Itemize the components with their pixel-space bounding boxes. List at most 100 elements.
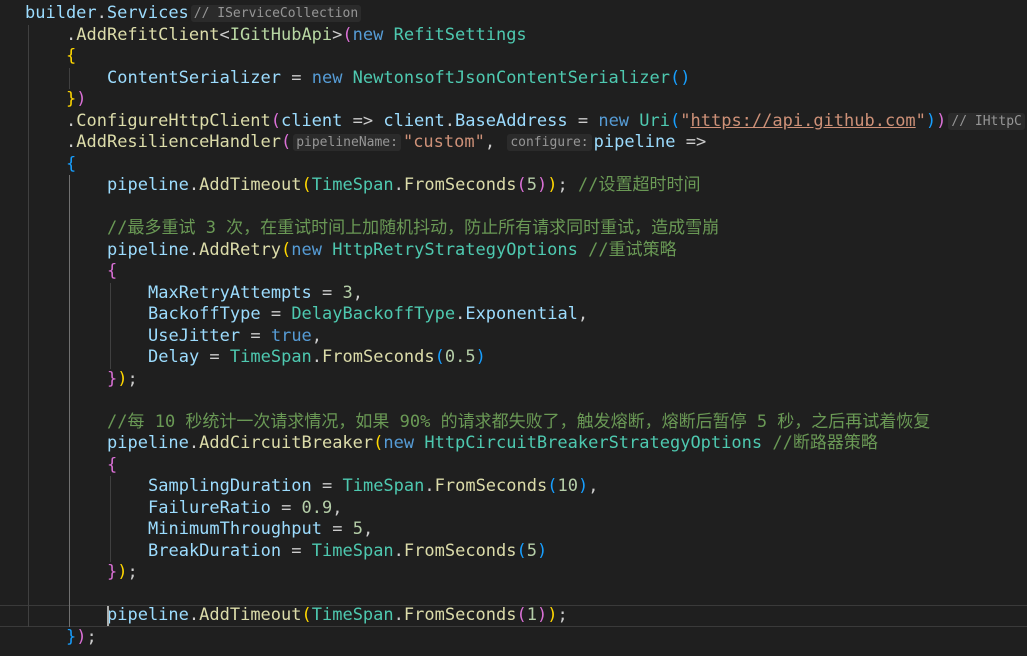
code-token: RefitSettings <box>393 24 527 45</box>
code-line[interactable]: { <box>107 455 117 477</box>
code-token: > <box>332 24 343 45</box>
code-token: = <box>281 540 312 561</box>
code-token: . <box>424 476 435 496</box>
code-token: ) <box>577 476 589 496</box>
code-token: AddRetry <box>199 239 282 260</box>
code-line[interactable]: BreakDuration = TimeSpan.FromSeconds(5) <box>148 541 547 563</box>
code-line[interactable]: pipeline.AddCircuitBreaker(new HttpCircu… <box>107 433 878 455</box>
code-line[interactable]: MinimumThroughput = 5, <box>148 519 373 541</box>
code-token: , <box>362 519 374 539</box>
code-line[interactable]: }); <box>66 627 97 649</box>
code-token: AddRefitClient <box>76 24 220 45</box>
code-token: => <box>342 110 384 131</box>
code-line[interactable]: builder.Services// IServiceCollection <box>25 3 363 25</box>
code-token: . <box>96 3 107 23</box>
inlay-hint: // IServiceCollection <box>190 5 362 22</box>
code-line[interactable]: MaxRetryAttempts = 3, <box>148 283 363 305</box>
code-token: => <box>675 132 707 152</box>
code-line[interactable]: }); <box>107 562 138 584</box>
code-token: 3 <box>342 282 353 303</box>
code-token: . <box>393 605 404 625</box>
code-token: 10 <box>557 476 578 496</box>
code-token: ) <box>475 347 486 367</box>
code-token: pipeline <box>107 239 189 260</box>
code-token: ) <box>936 110 947 131</box>
code-comment: //设置超时时间 <box>577 175 701 195</box>
code-line[interactable]: ContentSerializer = new NewtonsoftJsonCo… <box>107 68 690 90</box>
code-token: ( <box>342 24 353 45</box>
code-token: , <box>484 132 506 152</box>
code-token: , <box>588 476 599 496</box>
inlay-hint: pipelineName: <box>293 134 401 151</box>
code-line[interactable]: pipeline.AddTimeout(TimeSpan.FromSeconds… <box>107 175 700 197</box>
code-token: new <box>291 239 333 260</box>
code-token: ) <box>547 175 558 195</box>
code-token: ContentSerializer <box>107 67 281 88</box>
code-token: { <box>107 261 118 281</box>
inlay-hint: // IHttpC <box>948 112 1025 130</box>
code-token: ) <box>76 89 87 109</box>
code-token: ; <box>127 562 138 582</box>
code-token: ( <box>670 110 681 131</box>
code-line[interactable]: { <box>107 261 117 283</box>
code-token: ) <box>76 626 87 647</box>
code-line[interactable]: .AddResilienceHandler(pipelineName: "cust… <box>66 132 706 154</box>
code-line[interactable]: .AddRefitClient<IGitHubApi>(new RefitSet… <box>66 25 527 47</box>
code-token: FromSeconds <box>403 175 517 195</box>
code-token: client <box>280 110 343 131</box>
code-token: , <box>577 304 589 324</box>
code-token: Exponential <box>465 304 578 324</box>
code-token: . <box>66 24 77 45</box>
code-token: ) <box>117 368 128 389</box>
code-line[interactable]: pipeline.AddRetry(new HttpRetryStrategyO… <box>107 240 677 262</box>
code-line[interactable]: }) <box>66 89 87 111</box>
code-token: AddCircuitBreaker <box>199 433 374 453</box>
code-token: TimeSpan <box>311 605 394 625</box>
code-token: < <box>219 24 230 45</box>
code-token: 0.5 <box>444 347 476 367</box>
code-token: client <box>383 110 445 131</box>
code-line[interactable]: }); <box>107 369 138 391</box>
code-line[interactable]: UseJitter = true, <box>148 326 322 348</box>
code-token: AddTimeout <box>199 605 302 625</box>
code-comment: //最多重试 3 次，在重试时间上加随机抖动，防止所有请求同时重试，造成雪崩 <box>107 218 720 238</box>
code-line[interactable]: { <box>66 46 76 68</box>
code-line[interactable]: .ConfigureHttpClient(client => client.Ba… <box>66 111 1027 133</box>
code-token: ( <box>281 239 292 260</box>
code-token: . <box>393 540 404 561</box>
code-token: MaxRetryAttempts <box>148 282 312 303</box>
code-token: 0.9 <box>301 497 333 518</box>
code-line[interactable]: { <box>66 154 76 176</box>
code-token: 1 <box>526 605 537 625</box>
code-token: true <box>270 325 312 346</box>
code-token: FailureRatio <box>148 497 271 518</box>
code-token: ( <box>301 175 312 195</box>
code-token: Services <box>106 3 189 23</box>
code-token: pipeline <box>593 132 676 152</box>
indent-guide <box>28 24 29 627</box>
code-token: BackoffType <box>148 304 261 324</box>
code-token: , <box>311 325 323 346</box>
code-line[interactable]: pipeline.AddTimeout(TimeSpan.FromSeconds… <box>107 605 568 627</box>
code-token: pipeline <box>107 433 189 453</box>
code-line[interactable]: FailureRatio = 0.9, <box>148 498 343 520</box>
code-token: 5 <box>526 175 537 195</box>
code-line[interactable]: //每 10 秒统计一次请求情况，如果 90% 的请求都失败了，触发熔断，熔断后… <box>107 412 930 434</box>
code-token[interactable]: https://api.github.com <box>691 111 916 131</box>
code-token: ( <box>280 132 292 152</box>
code-line[interactable]: SamplingDuration = TimeSpan.FromSeconds(… <box>148 476 598 498</box>
code-token: TimeSpan <box>311 175 394 195</box>
code-token: ( <box>301 605 312 625</box>
code-line[interactable]: Delay = TimeSpan.FromSeconds(0.5) <box>148 347 486 369</box>
code-line[interactable]: //最多重试 3 次，在重试时间上加随机抖动，防止所有请求同时重试，造成雪崩 <box>107 218 719 240</box>
code-token: FromSeconds <box>403 605 517 625</box>
code-editor[interactable]: builder.Services// IServiceCollection .Ad… <box>0 0 1027 656</box>
code-line[interactable]: BackoffType = DelayBackoffType.Exponenti… <box>148 304 588 326</box>
code-token: ( <box>547 476 558 496</box>
code-token: DelayBackoffType <box>291 304 456 324</box>
code-token: . <box>188 175 200 195</box>
code-token: FromSeconds <box>434 476 548 496</box>
code-token: = <box>311 476 343 496</box>
code-token: . <box>393 175 404 195</box>
